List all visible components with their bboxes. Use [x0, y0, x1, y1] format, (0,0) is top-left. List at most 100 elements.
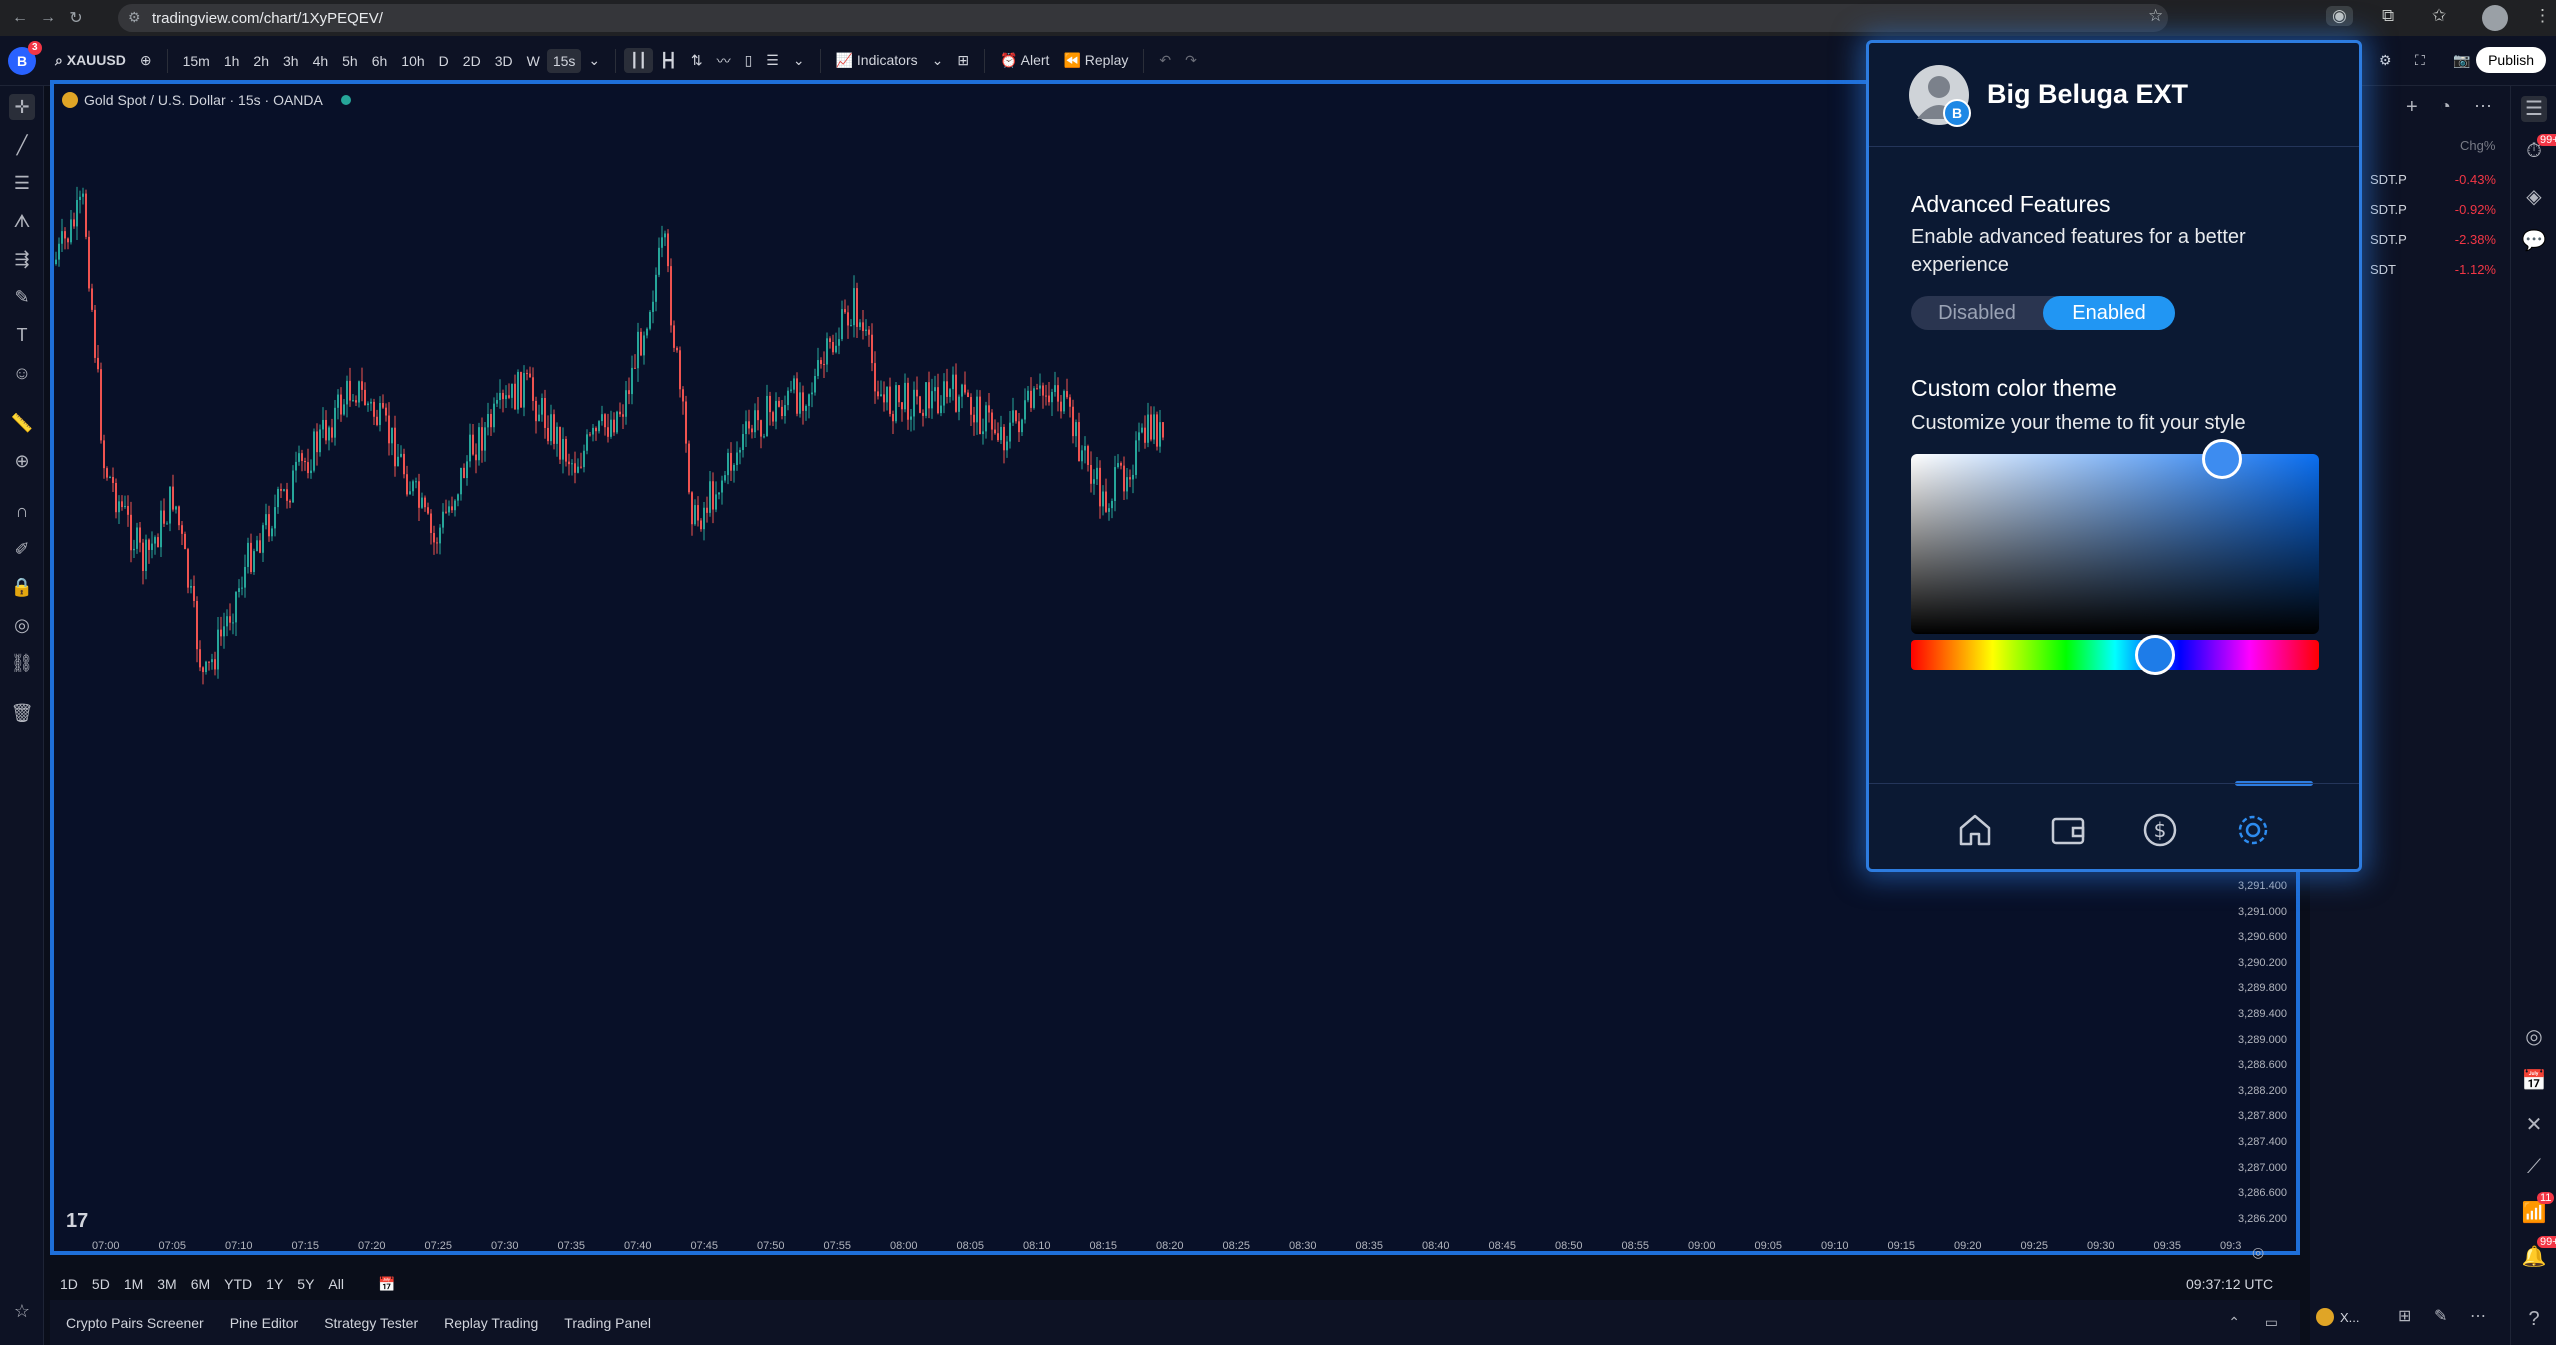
interval-w[interactable]: W	[520, 53, 547, 69]
indicators-button[interactable]: 📈 Indicators	[829, 52, 925, 69]
pattern-icon[interactable]: ᗑ	[9, 208, 35, 234]
settings-icon[interactable]	[2233, 810, 2273, 850]
candles-icon[interactable]: ┃┃	[624, 48, 653, 73]
range-5d[interactable]: 5D	[92, 1276, 110, 1293]
bottom-symbol-chip[interactable]: X...	[2316, 1308, 2360, 1326]
layouts-icon[interactable]: ⊞	[950, 52, 976, 69]
tab-crypto-pairs-screener[interactable]: Crypto Pairs Screener	[66, 1315, 204, 1331]
clock-utc[interactable]: 09:37:12 UTC	[2186, 1276, 2273, 1292]
range-3m[interactable]: 3M	[157, 1276, 176, 1293]
line-chart-icon[interactable]: 〰	[710, 51, 738, 71]
interval-2d[interactable]: 2D	[456, 53, 488, 69]
alert-button[interactable]: ⏰ Alert	[993, 52, 1056, 69]
ruler-icon[interactable]: 📏	[9, 410, 35, 436]
saturation-value-picker[interactable]	[1911, 454, 2319, 634]
settings-gear-icon[interactable]: ⚙	[2372, 52, 2399, 69]
interval-15s[interactable]: 15s	[546, 48, 582, 73]
interval-5h[interactable]: 5h	[335, 53, 365, 69]
zoom-icon[interactable]: ⊕	[9, 448, 35, 474]
list-icon[interactable]: ☰	[759, 52, 786, 69]
replay-button[interactable]: ⏪ Replay	[1056, 52, 1135, 69]
back-icon[interactable]: ←	[6, 9, 34, 27]
extensions-icon[interactable]: ⧉	[2382, 6, 2394, 26]
undo-icon[interactable]: ↶	[1152, 52, 1178, 69]
maximize-panel-icon[interactable]: ▭	[2265, 1314, 2278, 1331]
interval-15m[interactable]: 15m	[176, 53, 217, 69]
range-1y[interactable]: 1Y	[266, 1276, 283, 1293]
interval-1h[interactable]: 1h	[217, 53, 247, 69]
range-5y[interactable]: 5Y	[297, 1276, 314, 1293]
brush-icon[interactable]: ✎	[9, 284, 35, 310]
bookmark-star-icon[interactable]: ☆	[2148, 6, 2163, 26]
range-all[interactable]: All	[328, 1276, 344, 1293]
hue-slider-handle[interactable]	[2135, 635, 2175, 675]
layout-grid-icon[interactable]: ⊞	[2398, 1306, 2411, 1326]
crosshair-icon[interactable]: ✛	[9, 94, 35, 120]
range-1m[interactable]: 1M	[124, 1276, 143, 1293]
interval-6h[interactable]: 6h	[365, 53, 395, 69]
profile-avatar[interactable]	[2482, 5, 2508, 31]
tab-trading-panel[interactable]: Trading Panel	[564, 1315, 651, 1331]
range-ytd[interactable]: YTD	[224, 1276, 252, 1293]
interval-2h[interactable]: 2h	[246, 53, 276, 69]
chevron-down-icon[interactable]: ⌄	[925, 52, 951, 69]
color-picker-handle[interactable]	[2202, 439, 2242, 479]
reading-list-icon[interactable]: ✩	[2432, 6, 2446, 26]
range-6m[interactable]: 6M	[191, 1276, 210, 1293]
target-icon[interactable]: ◎	[2521, 1024, 2547, 1050]
address-bar[interactable]: ⚙ tradingview.com/chart/1XyPEQEV/	[118, 4, 2168, 32]
text-icon[interactable]: T	[9, 322, 35, 348]
watchlist-row[interactable]: SDT.P -0.43%	[2370, 172, 2510, 187]
toggle-enabled[interactable]: Enabled	[2043, 296, 2175, 330]
range-1d[interactable]: 1D	[60, 1276, 78, 1293]
tab-pine-editor[interactable]: Pine Editor	[230, 1315, 298, 1331]
collapse-icon[interactable]: ⌃	[2228, 1314, 2240, 1331]
toggle-disabled[interactable]: Disabled	[1911, 302, 2043, 325]
publish-button[interactable]: Publish	[2476, 47, 2546, 73]
trash-icon[interactable]: 🗑	[9, 700, 35, 726]
tab-replay-trading[interactable]: Replay Trading	[444, 1315, 538, 1331]
favorites-star-icon[interactable]: ☆	[9, 1298, 35, 1324]
axis-settings-icon[interactable]: ◎	[2252, 1244, 2264, 1261]
trendline-icon[interactable]: ╱	[9, 132, 35, 158]
columns-icon[interactable]: ▯	[738, 52, 760, 69]
calendar-icon[interactable]: 📅	[2521, 1068, 2547, 1094]
bars-icon[interactable]: ┣┫	[653, 52, 684, 69]
watchlist-icon[interactable]: ☰	[2521, 96, 2547, 122]
add-symbol-icon[interactable]: +	[2406, 96, 2418, 119]
interval-10h[interactable]: 10h	[394, 53, 431, 69]
chat-icon[interactable]: 💬	[2521, 228, 2547, 254]
interval-4h[interactable]: 4h	[306, 53, 336, 69]
camera-icon[interactable]: 📷	[2446, 52, 2477, 69]
chart-line-icon[interactable]: ⟋	[2521, 1156, 2547, 1182]
edit-icon[interactable]: ✎	[2434, 1306, 2447, 1326]
chevron-down-icon[interactable]: ⌄	[786, 52, 812, 69]
pencil-lock-icon[interactable]: ✐	[9, 536, 35, 562]
emoji-icon[interactable]: ☺	[9, 360, 35, 386]
watchlist-row[interactable]: SDT -1.12%	[2370, 262, 2510, 277]
wallet-icon[interactable]	[2048, 810, 2088, 850]
layers-icon[interactable]: ◈	[2521, 184, 2547, 210]
more-icon[interactable]: ⋯	[2474, 96, 2492, 117]
hollow-candles-icon[interactable]: ⇅	[684, 52, 710, 69]
user-menu-icon[interactable]: B 3	[8, 40, 42, 75]
ideas-icon[interactable]: ✕	[2521, 1112, 2547, 1138]
chevron-down-icon[interactable]: ⌄	[581, 52, 607, 69]
redo-icon[interactable]: ↷	[1178, 52, 1204, 69]
site-info-icon[interactable]: ⚙	[128, 9, 141, 26]
symbol-search[interactable]: ⌕ XAUUSD	[48, 52, 133, 69]
eye-icon[interactable]: ◎	[9, 612, 35, 638]
advanced-view-icon[interactable]: ◔	[2440, 96, 2451, 117]
fib-icon[interactable]: ☰	[9, 170, 35, 196]
fullscreen-icon[interactable]: ⛶	[2408, 52, 2432, 69]
home-icon[interactable]	[1955, 810, 1995, 850]
interval-3h[interactable]: 3h	[276, 53, 306, 69]
projection-icon[interactable]: ⇶	[9, 246, 35, 272]
dollar-icon[interactable]: $	[2140, 810, 2180, 850]
lock-icon[interactable]: 🔒	[9, 574, 35, 600]
interval-3d[interactable]: 3D	[488, 53, 520, 69]
reload-icon[interactable]: ↻	[62, 8, 90, 28]
menu-kebab-icon[interactable]: ⋮	[2534, 6, 2551, 26]
link-icon[interactable]: ⛓	[9, 650, 35, 676]
help-icon[interactable]: ?	[2521, 1308, 2547, 1334]
